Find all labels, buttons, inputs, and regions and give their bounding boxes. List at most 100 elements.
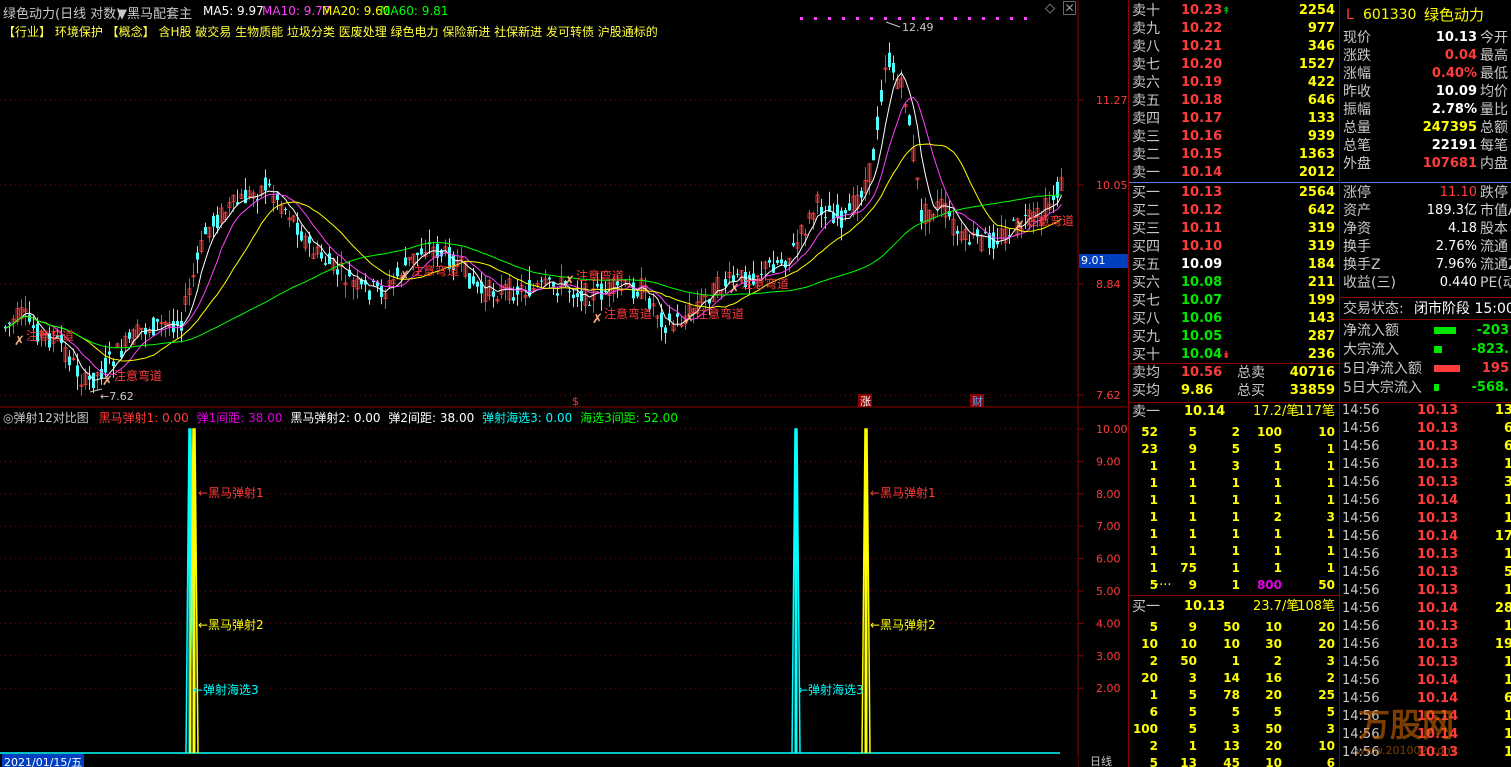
price-tick: 11.27 xyxy=(1096,94,1128,107)
warning-label: 注意弯道 xyxy=(741,276,789,291)
buy-volume: 319 xyxy=(1307,239,1335,254)
buy-price[interactable]: 10.12 xyxy=(1181,202,1222,220)
sell-level-label: 卖六 xyxy=(1132,75,1160,91)
buy-volume: 287 xyxy=(1307,329,1335,344)
tick-time: 14:56 xyxy=(1342,745,1380,760)
period-label[interactable]: 日线 xyxy=(1090,753,1112,767)
quote-value: 189.3亿 xyxy=(1426,203,1477,218)
candle-body xyxy=(196,252,199,260)
avg-price: 9.86 xyxy=(1181,383,1214,398)
high-label: 12.49 xyxy=(902,21,934,34)
sell-price[interactable]: 10.20 xyxy=(1181,56,1222,74)
queue-cell: 800 xyxy=(1256,578,1282,592)
candle-body xyxy=(216,214,219,228)
queue-cell: 5 xyxy=(1149,756,1158,767)
warning-icon: ✗ xyxy=(592,312,603,327)
flow-value: -203 xyxy=(1476,323,1509,338)
buy-price[interactable]: 10.05 xyxy=(1181,328,1222,346)
buy-price[interactable]: 10.09 xyxy=(1181,256,1222,274)
candle-body xyxy=(548,277,551,280)
spike-3b-bar xyxy=(794,429,798,753)
queue-cell: 1 xyxy=(1273,544,1282,558)
queue-head: 卖一 xyxy=(1132,404,1160,420)
buy-price[interactable]: 10.08 xyxy=(1181,274,1222,292)
quote-value: 107681 xyxy=(1422,156,1477,171)
queue-cell: 100 xyxy=(1256,425,1282,439)
sell-price[interactable]: 10.18 xyxy=(1181,92,1222,110)
warning-label: 注意弯道 xyxy=(411,263,459,278)
buy-level-label: 买七 xyxy=(1132,293,1160,309)
sell-price[interactable]: 10.19 xyxy=(1181,74,1222,92)
avg-label: 买均 xyxy=(1132,383,1160,399)
buy-price[interactable]: 10.07 xyxy=(1181,292,1222,310)
queue-cell: 5 xyxy=(1326,705,1335,719)
tick-price: 10.14 xyxy=(1417,709,1459,724)
tick-price: 10.14 xyxy=(1417,691,1459,706)
queue-cell: 52 xyxy=(1141,425,1158,439)
warning-label: 注意弯道 xyxy=(114,368,162,383)
sell-price[interactable]: 10.22 xyxy=(1181,20,1222,38)
candle-body xyxy=(552,282,555,287)
signal-dot xyxy=(814,17,817,20)
queue-count: 117笔 xyxy=(1297,404,1335,419)
tick-volume: 1 xyxy=(1503,727,1511,742)
candle-body xyxy=(604,290,607,292)
sell-price[interactable]: 10.21 xyxy=(1181,38,1222,56)
queue-cell: 2 xyxy=(1273,510,1282,524)
queue-cell: 16 xyxy=(1265,671,1282,685)
candle-body xyxy=(568,291,571,293)
tick-volume: 1 xyxy=(1503,511,1511,526)
candle-body xyxy=(636,291,639,297)
buy-volume: 211 xyxy=(1307,275,1335,290)
kline-svg: 11.2710.058.847.6212.49←7.62✗ 注意弯道✗ 注意弯道✗ 注… xyxy=(0,0,1128,408)
sell-price[interactable]: 10.14 xyxy=(1181,164,1222,182)
state-divider xyxy=(1340,297,1511,298)
warning-label: 注意弯道 xyxy=(604,306,652,321)
candle-body xyxy=(76,365,79,377)
order-queue: 卖一 10.14 17.2/笔 117笔 52 5 2 100 10 23 9 5 5 1 1 1 3 1 1 1 1 1… xyxy=(1128,402,1340,767)
tick-time: 14:56 xyxy=(1342,727,1380,742)
queue-cell: 1 xyxy=(1231,510,1240,524)
queue-cell: 75 xyxy=(1180,561,1197,575)
indicator-svg: 10.00 9.00 8.00 7.00 6.00 5.00 4.00 3.00 2.00 ←黑马… xyxy=(0,408,1128,767)
sell-volume: 1527 xyxy=(1298,57,1335,72)
queue-cell: 1 xyxy=(1273,493,1282,507)
quote-key2: 总额 xyxy=(1480,120,1508,136)
up-arrow-icon: ↟ xyxy=(1222,6,1231,17)
queue-cell: 1 xyxy=(1326,442,1335,456)
warning-label: 注意弯道 xyxy=(1026,213,1074,228)
buy-price[interactable]: 10.04↡ xyxy=(1181,346,1231,364)
queue-cell: 20 xyxy=(1265,739,1282,753)
quote-panel: L 601330 绿色动力 现价 10.13 今开 涨跌 0.04 最高 涨幅 0.40% 最低 昨收 1… xyxy=(1339,0,1511,402)
sell-level-label: 卖一 xyxy=(1132,165,1160,181)
sell-price[interactable]: 10.16 xyxy=(1181,128,1222,146)
signal-dot xyxy=(828,17,831,20)
buy-price[interactable]: 10.10 xyxy=(1181,238,1222,256)
queue-cell: 1 xyxy=(1273,527,1282,541)
candle-body xyxy=(244,189,247,204)
tick-list[interactable]: 14:56 10.13 13 14:56 10.13 6 14:56 10.13 6 14:56 1… xyxy=(1339,402,1511,767)
candle-body xyxy=(600,283,603,300)
tick-volume: 19 xyxy=(1494,637,1511,652)
queue-cell: 20 xyxy=(1265,688,1282,702)
sell-price[interactable]: 10.23↟ xyxy=(1181,2,1231,20)
tick-volume: 17 xyxy=(1494,529,1511,544)
buy-price[interactable]: 10.06 xyxy=(1181,310,1222,328)
sell-level-label: 卖三 xyxy=(1132,129,1160,145)
sell-price[interactable]: 10.17 xyxy=(1181,110,1222,128)
buy-price[interactable]: 10.11 xyxy=(1181,220,1222,238)
indicator-panel[interactable]: ◎弹射12对比图 黑马弹射1: 0.00 弹1间距: 38.00 黑马弹射2: … xyxy=(0,408,1128,767)
sell-price[interactable]: 10.15 xyxy=(1181,146,1222,164)
queue-cell: 10 xyxy=(1141,637,1158,651)
sell-volume: 977 xyxy=(1307,21,1335,36)
candle-body xyxy=(540,280,543,282)
tick-time: 14:56 xyxy=(1342,547,1380,562)
kline-panel[interactable]: 绿色动力(日线 对数) ▼黑马配套主 MA5: 9.97 MA10: 9.77 … xyxy=(0,0,1128,408)
candle-body xyxy=(844,210,847,214)
candle-body xyxy=(264,177,267,191)
queue-cell: 23 xyxy=(1141,442,1158,456)
queue-cell: 5 xyxy=(1273,705,1282,719)
buy-price[interactable]: 10.13 xyxy=(1181,184,1222,202)
candle-body xyxy=(824,217,827,219)
tick-price: 10.13 xyxy=(1417,475,1459,490)
